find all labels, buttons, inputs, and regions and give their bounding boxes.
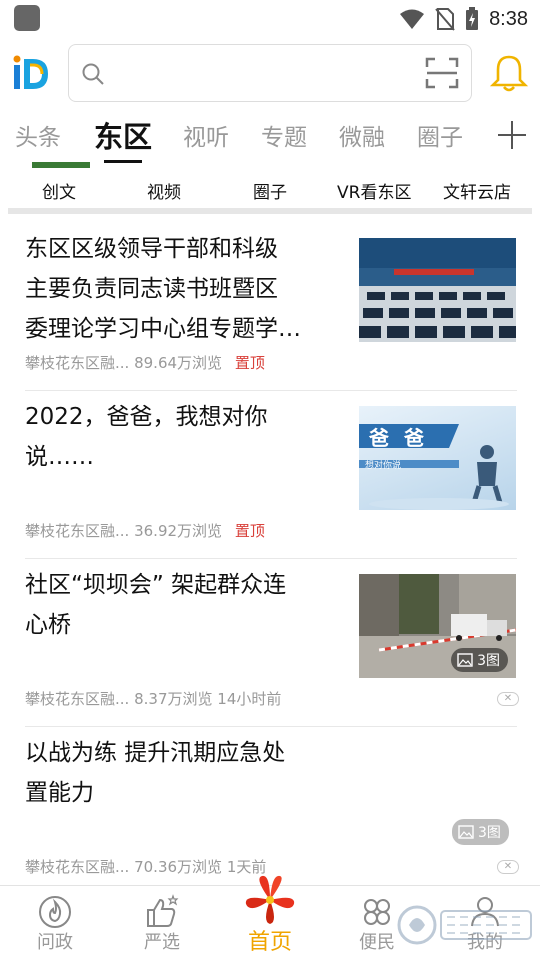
list-separator xyxy=(25,390,517,391)
subnav-vr[interactable]: VR看东区 xyxy=(337,178,411,203)
image-count-badge: 3图 xyxy=(452,819,509,845)
news-views: 89.64万浏览 xyxy=(134,354,223,372)
nav-label: 严选 xyxy=(144,932,180,953)
no-sim-icon xyxy=(435,8,455,31)
top-bar xyxy=(0,40,540,106)
news-title-line: 说…… xyxy=(25,444,94,470)
clover-icon xyxy=(364,899,390,925)
nav-yanxuan[interactable]: 严选 xyxy=(122,886,202,960)
status-bar: 8:38 xyxy=(0,0,540,38)
battery-charging-icon xyxy=(466,7,479,30)
tab-weirong[interactable]: 微融 xyxy=(339,118,385,152)
channel-tabs: 头条 东区 视听 专题 微融 圈子 xyxy=(0,112,540,163)
tab-shiting[interactable]: 视听 xyxy=(183,118,229,152)
status-icons: 8:38 xyxy=(399,6,528,32)
news-title: 东区区级领导干部和科级 主要负责同志读书班暨区 委理论学习中心组专题学… xyxy=(25,229,301,349)
nav-label: 问政 xyxy=(37,932,73,953)
image-count-badge: 3图 xyxy=(451,648,508,672)
subnav-quanzi[interactable]: 圈子 xyxy=(253,178,287,203)
app-notification-icon xyxy=(14,5,40,31)
dismiss-button[interactable]: ✕ xyxy=(497,860,519,874)
news-source: 攀枝花东区融... xyxy=(25,354,130,372)
news-source: 攀枝花东区融... xyxy=(25,522,130,540)
section-divider xyxy=(8,208,532,214)
news-views: 36.92万浏览 xyxy=(134,522,223,540)
image-count: 3图 xyxy=(478,825,501,841)
news-title: 2022，爸爸，我想对你 说…… xyxy=(25,397,268,477)
news-meta: 攀枝花东区融... 89.64万浏览 置顶 xyxy=(25,352,265,373)
news-views: 8.37万浏览 xyxy=(134,690,213,708)
subnav-decoration xyxy=(32,162,90,168)
news-title-line: 置能力 xyxy=(25,780,94,806)
news-meta: 攀枝花东区融... 8.37万浏览 14小时前 xyxy=(25,688,281,709)
app-logo[interactable] xyxy=(11,52,51,92)
wifi-icon xyxy=(400,9,425,29)
thumbs-up-icon xyxy=(147,894,179,927)
image-icon xyxy=(457,653,473,667)
watermark-logo xyxy=(397,905,532,945)
news-views: 70.36万浏览 xyxy=(134,858,223,876)
image-count: 3图 xyxy=(477,653,500,669)
news-item[interactable]: 2022，爸爸，我想对你 说…… 攀枝花东区融... 36.92万浏览 置顶 爸… xyxy=(0,394,540,558)
list-separator xyxy=(25,558,517,559)
subnav-wenxuan[interactable]: 文轩云店 xyxy=(443,178,511,203)
pinned-tag: 置顶 xyxy=(234,522,265,540)
nav-wenzheng[interactable]: 问政 xyxy=(15,886,95,960)
search-input[interactable] xyxy=(115,53,415,93)
news-title-line: 东区区级领导干部和科级 xyxy=(25,236,278,262)
news-title-line: 2022，爸爸，我想对你 xyxy=(25,404,268,430)
news-title: 社区“坝坝会” 架起群众连 心桥 xyxy=(25,565,286,645)
news-source: 攀枝花东区融... xyxy=(25,858,130,876)
news-meta: 攀枝花东区融... 36.92万浏览 置顶 xyxy=(25,520,265,541)
news-thumbnail: 爸 爸 想对你说 xyxy=(359,406,516,510)
search-box[interactable] xyxy=(68,44,472,102)
subnav-video[interactable]: 视频 xyxy=(147,178,181,203)
tab-toutiao[interactable]: 头条 xyxy=(15,118,61,152)
news-title-line: 主要负责同志读书班暨区 xyxy=(25,276,278,302)
news-item[interactable]: 东区区级领导干部和科级 主要负责同志读书班暨区 委理论学习中心组专题学… 攀枝花… xyxy=(0,226,540,390)
pinned-tag: 置顶 xyxy=(234,354,265,372)
news-time: 14小时前 xyxy=(217,690,282,708)
nav-label: 首页 xyxy=(247,930,292,955)
news-item[interactable]: 以战为练 提升汛期应急处 置能力 3图 攀枝花东区融... 70.36万浏览 1… xyxy=(0,730,540,882)
news-title: 以战为练 提升汛期应急处 置能力 xyxy=(25,733,285,813)
news-thumbnail: 3图 xyxy=(359,574,516,678)
news-item[interactable]: 社区“坝坝会” 架起群众连 心桥 攀枝花东区融... 8.37万浏览 14小时前… xyxy=(0,562,540,726)
search-icon xyxy=(82,63,104,85)
flower-icon xyxy=(245,875,295,924)
news-thumbnail xyxy=(359,238,516,342)
add-channel-icon[interactable] xyxy=(497,120,527,150)
scan-icon[interactable] xyxy=(425,57,459,89)
thumbnail-subcaption: 想对你说 xyxy=(365,461,402,471)
news-meta: 攀枝花东区融... 70.36万浏览 1天前 xyxy=(25,856,266,877)
subnav-chuangwen[interactable]: 创文 xyxy=(42,178,76,203)
news-title-line: 社区“坝坝会” 架起群众连 xyxy=(25,572,287,598)
sub-navigation: 创文 视频 圈子 VR看东区 文轩云店 xyxy=(0,162,540,208)
news-source: 攀枝花东区融... xyxy=(25,690,130,708)
bell-icon[interactable] xyxy=(490,54,528,94)
fire-icon xyxy=(39,896,71,928)
news-title-line: 心桥 xyxy=(25,612,71,638)
tab-dongqu[interactable]: 东区 xyxy=(94,114,152,156)
nav-home[interactable]: 首页 xyxy=(230,875,310,960)
news-title-line: 以战为练 提升汛期应急处 xyxy=(25,740,286,766)
news-title-line: 委理论学习中心组专题学… xyxy=(25,316,301,342)
tab-zhuanti[interactable]: 专题 xyxy=(261,118,307,152)
status-time: 8:38 xyxy=(489,7,528,30)
dismiss-button[interactable]: ✕ xyxy=(497,692,519,706)
image-icon xyxy=(458,825,474,839)
tab-quanzi[interactable]: 圈子 xyxy=(417,118,463,152)
thumbnail-caption: 爸 爸 xyxy=(369,426,428,450)
list-separator xyxy=(25,726,517,727)
